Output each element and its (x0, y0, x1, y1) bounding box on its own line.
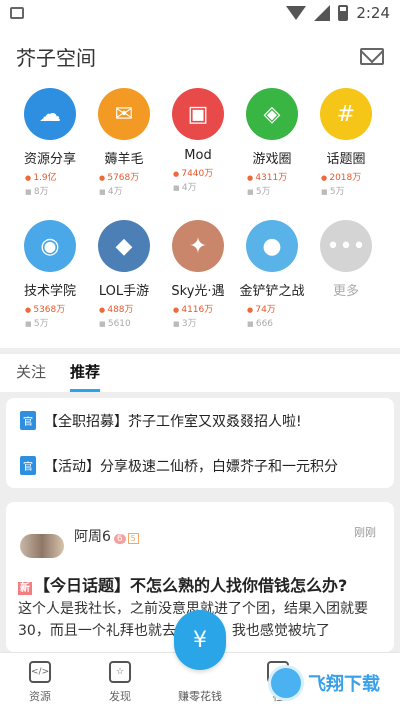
post-title: 新【今日话题】不怎么熟的人找你借钱怎么办? (18, 572, 347, 596)
post-count: 4万 (99, 185, 161, 199)
watermark: 飞翔下载 (268, 658, 394, 708)
circle-item[interactable]: ✦ Sky光·遇 4116万3万 (161, 220, 235, 331)
feed-tabs: 关注 推荐 (0, 354, 400, 392)
post-count: 8万 (25, 185, 87, 199)
post-count: 5万 (247, 185, 309, 199)
circle-grid: ☁ 资源分享 1.9亿8万 ✉ 薅羊毛 5768万4万 ▣ Mod 7440万4… (0, 86, 400, 348)
hot-count: 5768万 (99, 171, 161, 185)
circle-item[interactable]: ● 金铲铲之战 74万666 (235, 220, 309, 331)
gamepad-icon: ▣ (172, 88, 224, 140)
camera-shutter-icon: ◈ (246, 88, 298, 140)
circle-item[interactable]: ◆ LOL手游 488万5610 (87, 220, 161, 331)
circle-item[interactable]: ◉ 技术学院 5368万5万 (13, 220, 87, 331)
circle-name: 金铲铲之战 (239, 284, 305, 299)
notice-text: 【全职招募】芥子工作室又双叒叕招人啦! (44, 413, 302, 430)
nav-label: 资源 (29, 690, 51, 703)
post-count: 5万 (25, 317, 87, 331)
more-dots-icon: ••• (320, 220, 372, 272)
header: 芥子空间 (0, 26, 400, 86)
official-badge: 官 (20, 456, 36, 475)
circle-name: LOL手游 (98, 284, 150, 299)
nav-discover[interactable]: ☆ 发现 (90, 661, 150, 704)
tab-recommend[interactable]: 推荐 (70, 361, 101, 392)
tab-follow[interactable]: 关注 (16, 361, 46, 392)
new-badge: 新 (18, 582, 32, 595)
hot-count: 1.9亿 (25, 171, 87, 185)
post-count: 4万 (173, 181, 235, 195)
wifi-icon (286, 6, 307, 20)
circle-name: 薅羊毛 (104, 152, 144, 167)
battery-icon (338, 5, 349, 21)
earn-money-button[interactable]: ¥ (174, 610, 226, 670)
post-count: 666 (247, 317, 309, 331)
picture-icon (10, 7, 24, 19)
level-badge: 6 (113, 534, 126, 544)
signal-icon (314, 5, 331, 21)
circle-name: 游戏圈 (252, 152, 292, 167)
mail-icon[interactable] (360, 47, 384, 65)
status-time: 2:24 (356, 4, 390, 22)
hot-count: 488万 (99, 303, 161, 317)
post-count: 3万 (173, 317, 235, 331)
star-bookmark-icon: ☆ (109, 661, 131, 683)
penguin-avatar-icon: ● (246, 220, 298, 272)
post-count: 5610 (99, 317, 161, 331)
hot-count: 2018万 (321, 171, 383, 185)
hot-count: 7440万 (173, 167, 235, 181)
official-badge: 官 (20, 411, 36, 430)
author-name[interactable]: 阿周6 (74, 529, 111, 545)
rank-badge: 5 (127, 533, 139, 544)
notice-list: 官 【全职招募】芥子工作室又双叒叕招人啦! 官 【活动】分享极速二仙桥，白嫖芥子… (6, 398, 394, 488)
circle-name: 话题圈 (326, 152, 366, 167)
sky-avatar-icon: ✦ (172, 220, 224, 272)
page-title: 芥子空间 (16, 45, 96, 70)
circle-item[interactable]: ▣ Mod 7440万4万 (161, 88, 235, 195)
watermark-text: 飞翔下载 (308, 674, 380, 695)
hot-count: 4311万 (247, 171, 309, 185)
circle-name: 资源分享 (23, 152, 76, 167)
circle-name: 更多 (332, 284, 359, 299)
hacker-icon: ◉ (24, 220, 76, 272)
watermark-logo-icon (268, 665, 304, 701)
nav-label: 发现 (109, 690, 131, 703)
notice-text: 【活动】分享极速二仙桥，白嫖芥子和一元积分 (44, 458, 338, 475)
avatar[interactable] (20, 534, 64, 558)
code-icon: </> (29, 661, 51, 683)
nav-resources[interactable]: </> 资源 (10, 661, 70, 704)
circle-name: Mod (184, 148, 212, 163)
hot-count: 4116万 (173, 303, 235, 317)
circle-item[interactable]: ✉ 薅羊毛 5768万4万 (87, 88, 161, 199)
post-count: 5万 (321, 185, 383, 199)
circle-name: Sky光·遇 (171, 284, 225, 299)
circle-item[interactable]: ◈ 游戏圈 4311万5万 (235, 88, 309, 199)
envelope-icon: ✉ (98, 88, 150, 140)
post-title-text: 【今日话题】不怎么熟的人找你借钱怎么办? (34, 576, 348, 595)
user-hashtag-icon: # (320, 88, 372, 140)
notice-item[interactable]: 官 【全职招募】芥子工作室又双叒叕招人啦! (6, 398, 394, 443)
circle-item[interactable]: ☁ 资源分享 1.9亿8万 (13, 88, 87, 199)
hot-count: 5368万 (25, 303, 87, 317)
notice-item[interactable]: 官 【活动】分享极速二仙桥，白嫖芥子和一元积分 (6, 443, 394, 488)
post-time: 刚刚 (354, 526, 376, 539)
more-circles[interactable]: ••• 更多 (309, 220, 383, 299)
status-bar: 2:24 (0, 0, 400, 26)
cloud-upload-icon: ☁ (24, 88, 76, 140)
earn-money-label: 赚零花钱 (178, 690, 222, 703)
lol-avatar-icon: ◆ (98, 220, 150, 272)
circle-name: 技术学院 (23, 284, 76, 299)
circle-item[interactable]: # 话题圈 2018万5万 (309, 88, 383, 199)
hot-count: 74万 (247, 303, 309, 317)
